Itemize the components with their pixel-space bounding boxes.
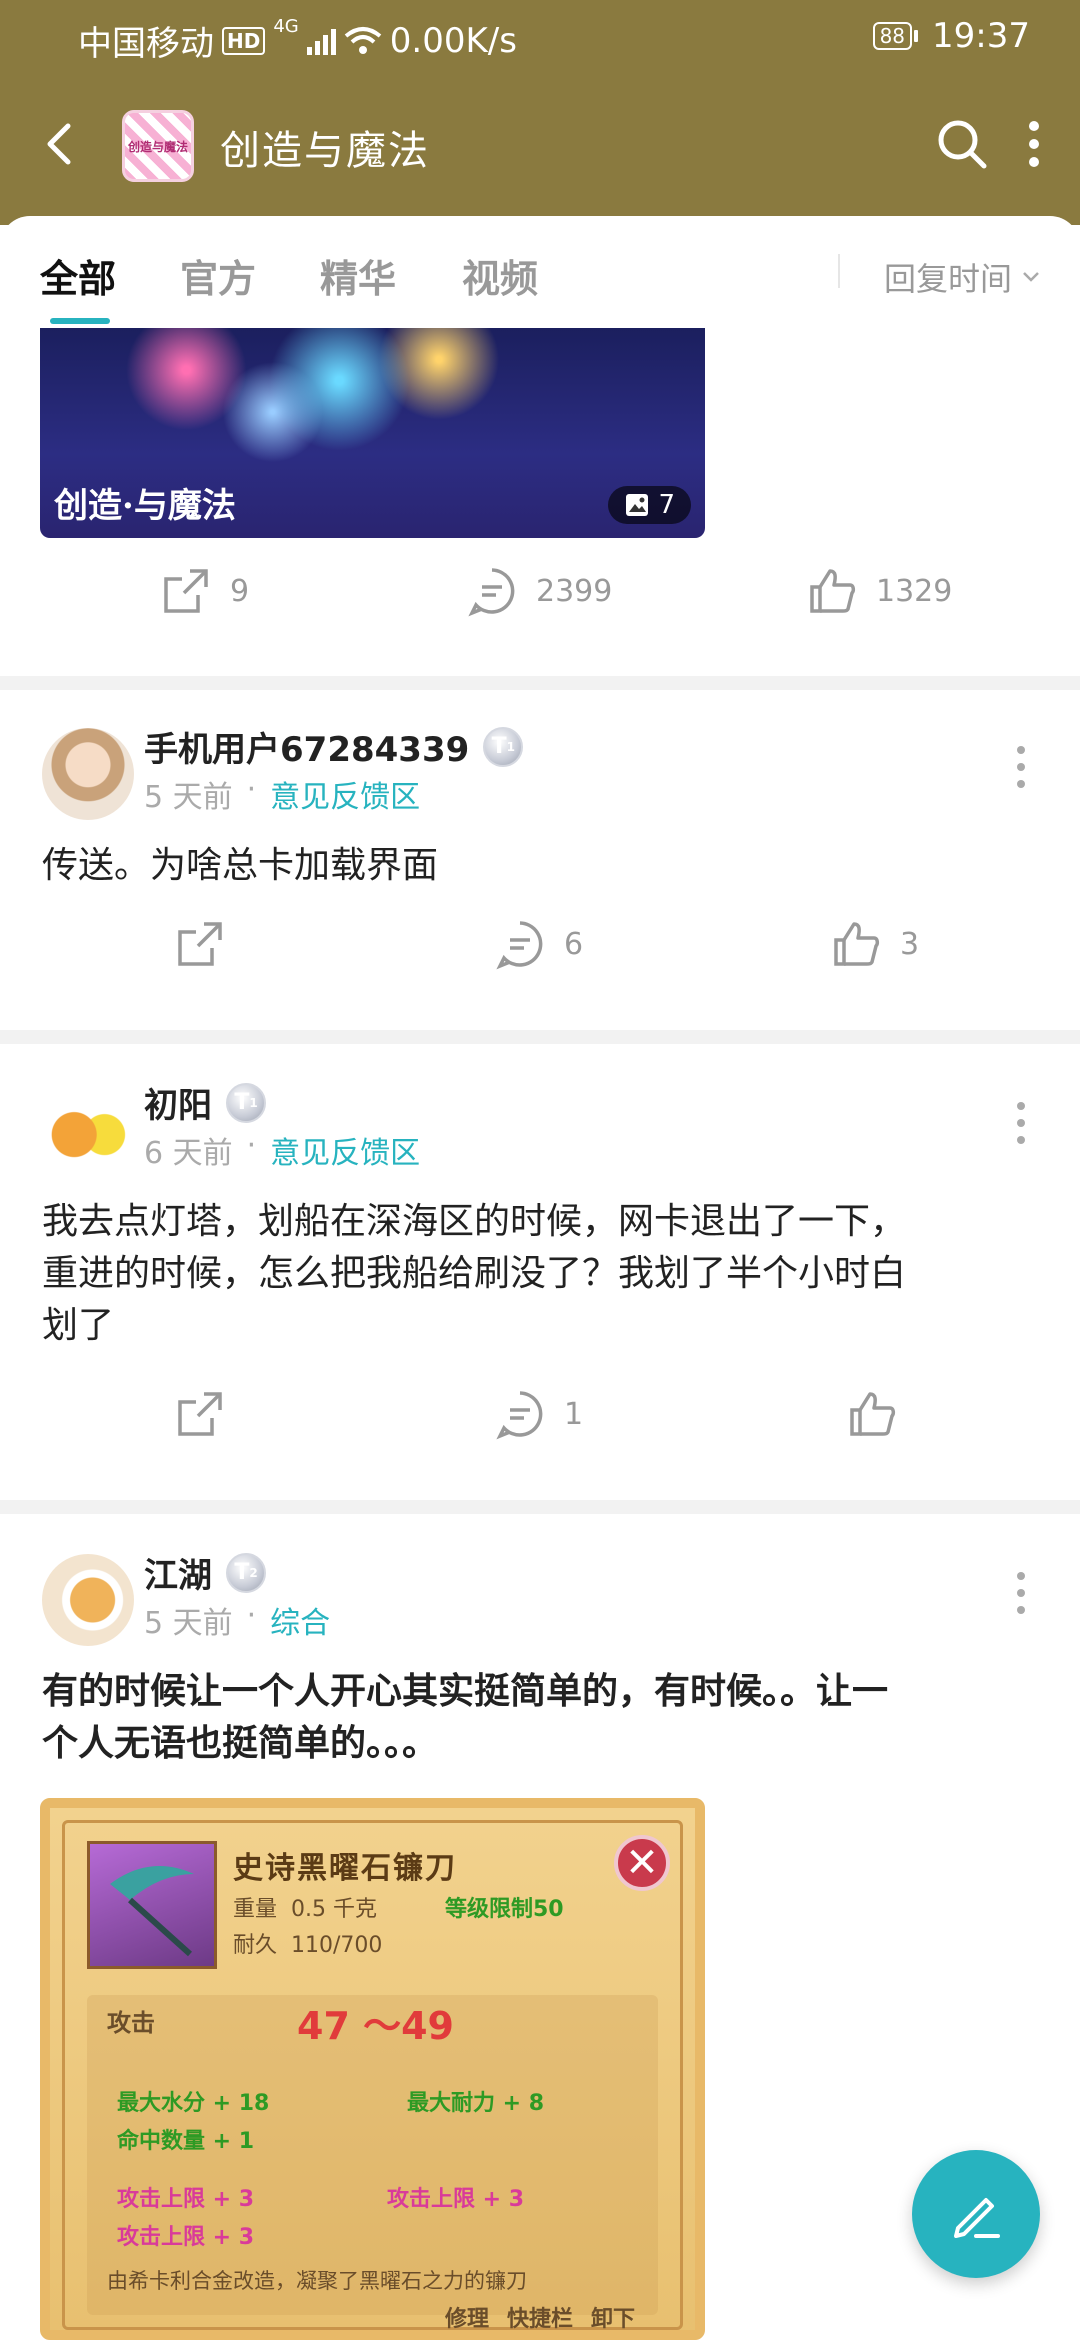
author-name[interactable]: 江湖 T2 [144,1548,266,1597]
post-more-icon[interactable] [1016,1098,1026,1148]
battery-icon: 88 [872,22,919,50]
post-divider [0,676,1080,690]
signal-icon [306,27,336,55]
post-actions: 9 2399 1329 [0,565,1080,645]
post-image[interactable]: 史诗黑曜石镰刀 ✕ 重量 0.5 千克 等级限制50 耐久 110/700 攻击… [40,1798,705,2340]
pen-icon [954,2198,1000,2238]
forum-logo: 创造与魔法 [122,110,194,182]
post-meta: 5 天前 · 综合 [144,1598,331,1642]
compose-button[interactable] [912,2150,1040,2278]
tab-featured[interactable]: 精华 [320,248,396,303]
thumbs-up-icon [850,1392,896,1436]
carrier-label: 中国移动 [78,24,214,64]
post-meta: 5 天前 · 意见反馈区 [144,772,421,816]
chevron-down-icon [1023,272,1039,282]
post-header: 江湖 T2 5 天前 · 综合 [0,1548,1080,1658]
share-button[interactable] [174,1388,226,1440]
category-link[interactable]: 综合 [270,1598,330,1642]
tab-indicator [50,318,110,324]
level-badge-icon: T1 [483,726,524,767]
comment-button[interactable]: 6 [494,918,583,970]
item-name: 史诗黑曜石镰刀 [233,1851,457,1886]
game-logo: 创造·与魔法 [54,486,236,526]
image-icon [626,494,649,516]
post-meta: 6 天前 · 意见反馈区 [144,1128,421,1172]
share-button[interactable] [174,918,226,970]
post-body[interactable]: 传送。为啥总卡加载界面 [42,840,1042,892]
post-more-icon[interactable] [1016,742,1026,792]
post-divider [0,1500,1080,1514]
level-badge-icon: T1 [226,1082,266,1123]
post-header: 手机用户67284339 T1 5 天前 · 意见反馈区 [0,722,1080,832]
thumbs-up-icon [810,569,856,613]
level-badge-icon: T2 [226,1552,266,1593]
avatar[interactable] [42,1554,134,1646]
share-icon [178,1392,222,1436]
post-body[interactable]: 有的时候让一个人开心其实挺简单的，有时候。。让一 个人无语也挺简单的。。。 [42,1666,1042,1770]
author-name[interactable]: 初阳 T1 [144,1078,266,1127]
item-stats: 攻击 47 ～49 最大水分 + 18 最大耐力 + 8 命中数量 + 1 攻击… [87,1995,658,2315]
comment-icon [496,921,543,970]
tab-official[interactable]: 官方 [180,248,256,303]
forum-title: 创造与魔法 [220,128,430,174]
tab-bar: 全部 官方 精华 视频 回复时间 [0,216,1080,326]
post-header: 初阳 T1 6 天前 · 意见反馈区 [0,1078,1080,1188]
clock: 19:37 [932,16,1030,56]
level-limit: 等级限制50 [445,1897,564,1922]
avatar[interactable] [42,728,134,820]
tab-all[interactable]: 全部 [40,248,116,303]
avatar[interactable] [42,1084,134,1176]
post-time: 5 天前 [144,1606,233,1641]
post-more-icon[interactable] [1016,1568,1026,1618]
category-link[interactable]: 意见反馈区 [270,772,420,816]
network-label: 4G [273,16,299,37]
hd-icon: HD [222,26,266,55]
like-button[interactable]: 1329 [806,565,952,617]
image-count-badge: 7 [608,486,691,524]
post-time: 5 天前 [144,780,233,815]
comment-button[interactable]: 1 [494,1388,583,1440]
post-divider [0,1030,1080,1044]
category-link[interactable]: 意见反馈区 [270,1128,420,1172]
attack-value: 47 ～49 [297,2004,454,2048]
post-image[interactable]: 创造·与魔法 7 [40,328,705,538]
post-body[interactable]: 我去点灯塔，划船在深海区的时候，网卡退出了一下， 重进的时候，怎么把我船给刷没了… [42,1196,1042,1352]
thumbs-up-icon [834,922,880,966]
top-bar: 中国移动 HD 4G 0.00K/s 88 19:37 创造与魔法 创造与魔法 [0,0,1080,225]
close-icon: ✕ [614,1835,670,1891]
scythe-icon [87,1841,217,1969]
sort-divider [838,254,840,288]
back-arrow-icon[interactable] [36,120,84,168]
wifi-icon [344,26,382,54]
share-icon [178,922,222,966]
comment-icon [496,1391,543,1440]
like-button[interactable]: 3 [830,918,919,970]
share-button[interactable]: 9 [160,565,249,617]
app-header: 创造与魔法 创造与魔法 [0,100,1080,190]
post-time: 6 天前 [144,1136,233,1171]
search-icon[interactable] [934,116,990,172]
post-actions: 1 [0,1388,1080,1468]
status-bar: 中国移动 HD 4G 0.00K/s 88 19:37 [0,0,1080,76]
share-icon [164,569,208,613]
comment-button[interactable]: 2399 [466,565,612,617]
sort-label: 回复时间 [883,260,1012,298]
speed-label: 0.00K/s [389,20,517,61]
post-actions: 6 3 [0,918,1080,998]
like-button[interactable] [846,1388,898,1440]
tab-video[interactable]: 视频 [462,248,538,303]
comment-icon [468,568,515,617]
author-name[interactable]: 手机用户67284339 T1 [144,722,524,771]
sort-dropdown[interactable]: 回复时间 [884,254,1040,300]
more-menu-icon[interactable] [1024,118,1044,170]
